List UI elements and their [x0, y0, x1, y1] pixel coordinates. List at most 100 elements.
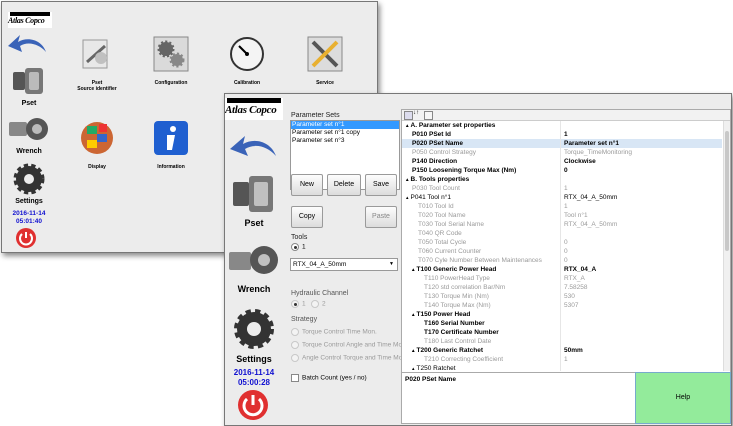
tile-calibration[interactable]: Calibration: [212, 36, 282, 86]
property-value[interactable]: Tool n°1: [564, 211, 588, 220]
collapse-icon[interactable]: ▴: [412, 267, 415, 273]
back-arrow-icon[interactable]: [6, 32, 52, 60]
property-row[interactable]: T120 std correlation Bar/Nm 7.58258: [402, 283, 722, 292]
tile-service[interactable]: Service: [290, 36, 360, 86]
property-value[interactable]: Clockwise: [564, 157, 596, 166]
list-item[interactable]: Parameter set n°1 copy: [291, 129, 399, 137]
property-row[interactable]: P010 PSet Id 1: [402, 130, 722, 139]
property-value[interactable]: Torque_TimeMonitoring: [564, 148, 632, 157]
property-value[interactable]: 50mm: [564, 346, 583, 355]
collapse-icon[interactable]: ▴: [412, 366, 415, 371]
pset-source-icon: [82, 39, 108, 69]
property-row[interactable]: T180 Last Control Date: [402, 337, 722, 346]
tile-pset-source[interactable]: Pset Source identifier: [62, 36, 132, 92]
property-row[interactable]: T040 QR Code: [402, 229, 722, 238]
scrollbar-thumb[interactable]: [725, 131, 729, 251]
strategy-option-1[interactable]: Torque Control Time Mon.: [291, 328, 377, 336]
property-value[interactable]: RTX_04_A_50mm: [564, 220, 617, 229]
copy-button[interactable]: Copy: [291, 206, 323, 228]
property-value[interactable]: RTX_04_A: [564, 265, 596, 274]
vertical-scrollbar[interactable]: [723, 121, 730, 371]
property-row[interactable]: ▴ T200 Generic Ratchet 50mm: [402, 346, 722, 355]
property-row[interactable]: T210 Correcting Coefficient 1: [402, 355, 722, 364]
property-row[interactable]: ▴ T100 Generic Power Head RTX_04_A: [402, 265, 722, 274]
help-button[interactable]: Help: [635, 372, 731, 424]
property-value[interactable]: 1: [564, 184, 568, 193]
property-name-text: P030 Tool Count: [412, 185, 460, 192]
tool-radio-1[interactable]: 1: [291, 243, 306, 251]
sidebar-wrench-button[interactable]: Wrench: [4, 112, 54, 158]
property-row[interactable]: T010 Tool Id 1: [402, 202, 722, 211]
collapse-icon[interactable]: ▴: [412, 348, 415, 354]
hydraulic-radio-2[interactable]: 2: [311, 300, 326, 308]
sidebar-wrench-button[interactable]: Wrench: [225, 238, 283, 298]
property-value[interactable]: 530: [564, 292, 575, 301]
column-divider: [560, 292, 561, 301]
new-button[interactable]: New: [291, 174, 323, 196]
tile-display[interactable]: Display: [62, 120, 132, 170]
property-row[interactable]: ▴ B. Tools properties: [402, 175, 722, 184]
column-divider: [560, 166, 561, 175]
property-row[interactable]: ▴ T250 Ratchet: [402, 364, 722, 371]
property-value[interactable]: 1: [564, 202, 568, 211]
delete-button[interactable]: Delete: [327, 174, 361, 196]
sidebar-settings-button[interactable]: Settings: [225, 306, 283, 366]
property-row[interactable]: T030 Tool Serial Name RTX_04_A_50mm: [402, 220, 722, 229]
tile-configuration[interactable]: Configuration: [136, 36, 206, 86]
property-value[interactable]: 0: [564, 247, 568, 256]
property-row[interactable]: P020 PSet Name Parameter set n°1: [402, 139, 722, 148]
collapse-icon[interactable]: ▴: [406, 123, 409, 129]
property-value[interactable]: RTX_04_A_50mm: [564, 193, 617, 202]
property-name-text: B. Tools properties: [410, 176, 470, 183]
strategy-option-2[interactable]: Torque Control Angle and Time Mon.: [291, 341, 408, 349]
sidebar-pset-button[interactable]: Pset: [225, 172, 283, 232]
categorized-icon[interactable]: [404, 111, 413, 120]
property-row[interactable]: T130 Torque Min (Nm) 530: [402, 292, 722, 301]
property-row[interactable]: T020 Tool Name Tool n°1: [402, 211, 722, 220]
property-value[interactable]: Parameter set n°1: [564, 139, 619, 148]
property-row[interactable]: T170 Certificate Number: [402, 328, 722, 337]
collapse-icon[interactable]: ▴: [406, 177, 409, 183]
property-value[interactable]: 0: [564, 166, 568, 175]
save-button[interactable]: Save: [365, 174, 397, 196]
property-row[interactable]: ▴ P041 Tool n°1 RTX_04_A_50mm: [402, 193, 722, 202]
property-row[interactable]: T160 Serial Number: [402, 319, 722, 328]
strategy-option-3[interactable]: Angle Control Torque and Time Mon.: [291, 354, 408, 362]
property-row[interactable]: T060 Current Counter 0: [402, 247, 722, 256]
property-row[interactable]: ▴ T150 Power Head: [402, 310, 722, 319]
property-row[interactable]: T070 Cyle Number Between Maintenances 0: [402, 256, 722, 265]
property-value[interactable]: 1: [564, 130, 568, 139]
list-item[interactable]: Parameter set n°1: [291, 121, 399, 129]
property-value[interactable]: 0: [564, 238, 568, 247]
property-row[interactable]: T050 Total Cycle 0: [402, 238, 722, 247]
property-row[interactable]: P050 Control Strategy Torque_TimeMonitori…: [402, 148, 722, 157]
hydraulic-radio-1[interactable]: 1: [291, 300, 306, 308]
power-button[interactable]: [238, 390, 268, 420]
list-item[interactable]: Parameter set n°3: [291, 137, 399, 145]
collapse-icon[interactable]: ▴: [406, 195, 409, 201]
batch-count-checkbox[interactable]: Batch Count (yes / no): [291, 374, 367, 382]
back-arrow-icon[interactable]: [228, 132, 282, 166]
collapse-icon[interactable]: ▴: [412, 312, 415, 318]
property-row[interactable]: P030 Tool Count 1: [402, 184, 722, 193]
property-value[interactable]: 1: [564, 355, 568, 364]
property-grid[interactable]: ↓↑ ▴ A. Parameter set properties P010 PSet…: [401, 109, 731, 373]
property-row[interactable]: T140 Torque Max (Nm) 5307: [402, 301, 722, 310]
property-value[interactable]: 0: [564, 256, 568, 265]
paste-button[interactable]: Paste: [365, 206, 397, 228]
time-label: 05:01:40: [15, 218, 43, 225]
power-button[interactable]: [16, 228, 36, 248]
property-row[interactable]: ▴ A. Parameter set properties: [402, 121, 722, 130]
property-value[interactable]: 5307: [564, 301, 578, 310]
tile-information[interactable]: Information: [136, 120, 206, 170]
sort-alpha-icon[interactable]: ↓↑: [413, 110, 419, 116]
tools-dropdown[interactable]: RTX_04_A_50mm ▼: [290, 258, 398, 271]
property-value[interactable]: RTX_A: [564, 274, 585, 283]
property-row[interactable]: P150 Loosening Torque Max (Nm) 0: [402, 166, 722, 175]
property-row[interactable]: T110 PowerHead Type RTX_A: [402, 274, 722, 283]
property-row[interactable]: P140 Direction Clockwise: [402, 157, 722, 166]
sidebar-settings-button[interactable]: Settings: [4, 162, 54, 208]
sidebar-pset-button[interactable]: Pset: [4, 64, 54, 110]
property-value[interactable]: 7.58258: [564, 283, 588, 292]
property-pages-icon[interactable]: [424, 111, 433, 120]
